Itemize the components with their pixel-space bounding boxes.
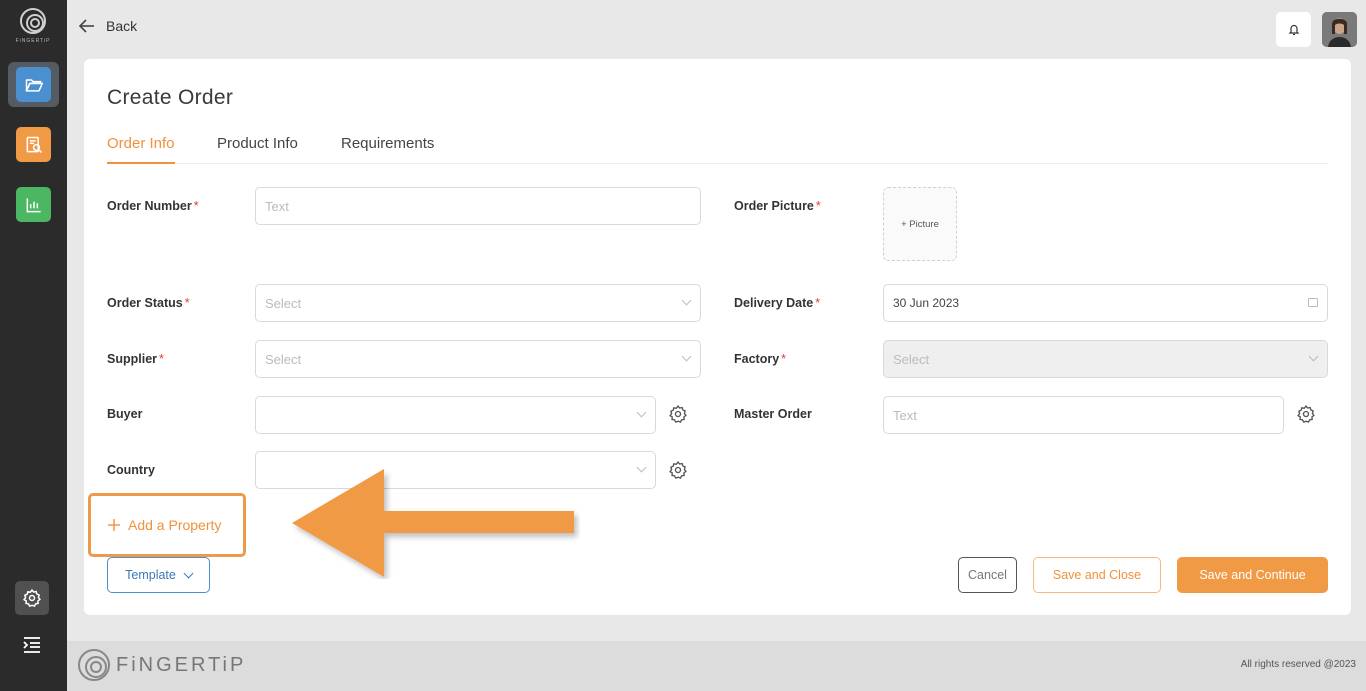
chevron-down-icon [681, 295, 692, 306]
sidebar-item-analytics[interactable] [16, 187, 51, 222]
supplier-select[interactable]: Select [255, 340, 701, 378]
tab-bar: Order Info Product Info Requirements [107, 132, 1328, 164]
fingerprint-logo-icon [78, 649, 110, 681]
avatar-image [1322, 12, 1357, 47]
bar-chart-icon [26, 197, 41, 212]
add-property-button[interactable]: Add a Property [88, 493, 246, 557]
bell-icon [1288, 24, 1299, 36]
chevron-down-icon [183, 568, 194, 578]
supplier-label: Supplier * [107, 352, 164, 366]
buyer-settings-gear-icon[interactable] [668, 404, 688, 424]
footer: FiNGERTiP All rights reserved @2023 [67, 641, 1366, 691]
save-and-continue-button[interactable]: Save and Continue [1177, 557, 1328, 593]
arrow-left-icon [78, 19, 94, 33]
factory-select[interactable]: Select [883, 340, 1328, 378]
chevron-down-icon [681, 351, 692, 362]
order-status-label: Order Status * [107, 296, 190, 310]
master-order-settings-gear-icon[interactable] [1296, 404, 1316, 424]
template-dropdown-button[interactable]: Template [107, 557, 210, 593]
sidebar-settings-button[interactable] [15, 581, 49, 615]
user-avatar[interactable] [1322, 12, 1357, 47]
copyright-text: All rights reserved @2023 [1240, 659, 1356, 670]
footer-brand-name: FiNGERTiP [116, 653, 247, 676]
chevron-down-icon [636, 462, 647, 473]
chevron-down-icon [636, 407, 647, 418]
folder-open-icon [25, 78, 43, 92]
calendar-icon [1308, 298, 1318, 307]
tab-product-info[interactable]: Product Info [217, 135, 298, 162]
factory-label: Factory * [734, 352, 787, 366]
back-link[interactable]: Back [78, 18, 137, 34]
order-number-label: Order Number * [107, 199, 199, 213]
order-status-select[interactable]: Select [255, 284, 701, 322]
delivery-date-label: Delivery Date * [734, 296, 821, 310]
sidebar-item-orders[interactable] [16, 67, 51, 102]
fingerprint-logo-icon [20, 8, 46, 34]
notifications-button[interactable] [1276, 12, 1311, 47]
master-order-input[interactable]: Text [883, 396, 1284, 434]
menu-collapse-icon[interactable] [22, 636, 42, 654]
order-number-input[interactable]: Text [255, 187, 701, 225]
country-settings-gear-icon[interactable] [668, 460, 688, 480]
master-order-label: Master Order [734, 407, 812, 421]
delivery-date-picker[interactable]: 30 Jun 2023 [883, 284, 1328, 322]
sidebar-item-orders-active[interactable] [8, 62, 59, 107]
sidebar-item-reports[interactable] [16, 127, 51, 162]
sidebar-logo[interactable]: FiNGERTiP [14, 8, 52, 50]
sidebar-logo-text: FiNGERTiP [15, 38, 51, 44]
gear-icon [22, 588, 41, 608]
tab-order-info[interactable]: Order Info [107, 135, 175, 164]
tab-requirements[interactable]: Requirements [341, 135, 434, 162]
cancel-button[interactable]: Cancel [958, 557, 1017, 593]
template-label: Template [125, 568, 176, 582]
chevron-down-icon [1308, 351, 1319, 362]
add-property-label: Add a Property [128, 517, 222, 533]
back-label: Back [106, 18, 138, 34]
country-label: Country [107, 463, 155, 477]
buyer-label: Buyer [107, 407, 143, 421]
footer-logo: FiNGERTiP [78, 649, 246, 681]
buyer-select[interactable] [255, 396, 656, 434]
plus-icon [108, 519, 120, 531]
page-title: Create Order [107, 86, 234, 109]
annotation-arrow-left-icon [292, 469, 574, 577]
sidebar: FiNGERTiP [0, 0, 67, 691]
order-picture-upload[interactable]: + Picture [883, 187, 957, 261]
save-and-close-button[interactable]: Save and Close [1033, 557, 1161, 593]
order-picture-label: Order Picture * [734, 199, 821, 213]
document-search-icon [26, 136, 42, 153]
